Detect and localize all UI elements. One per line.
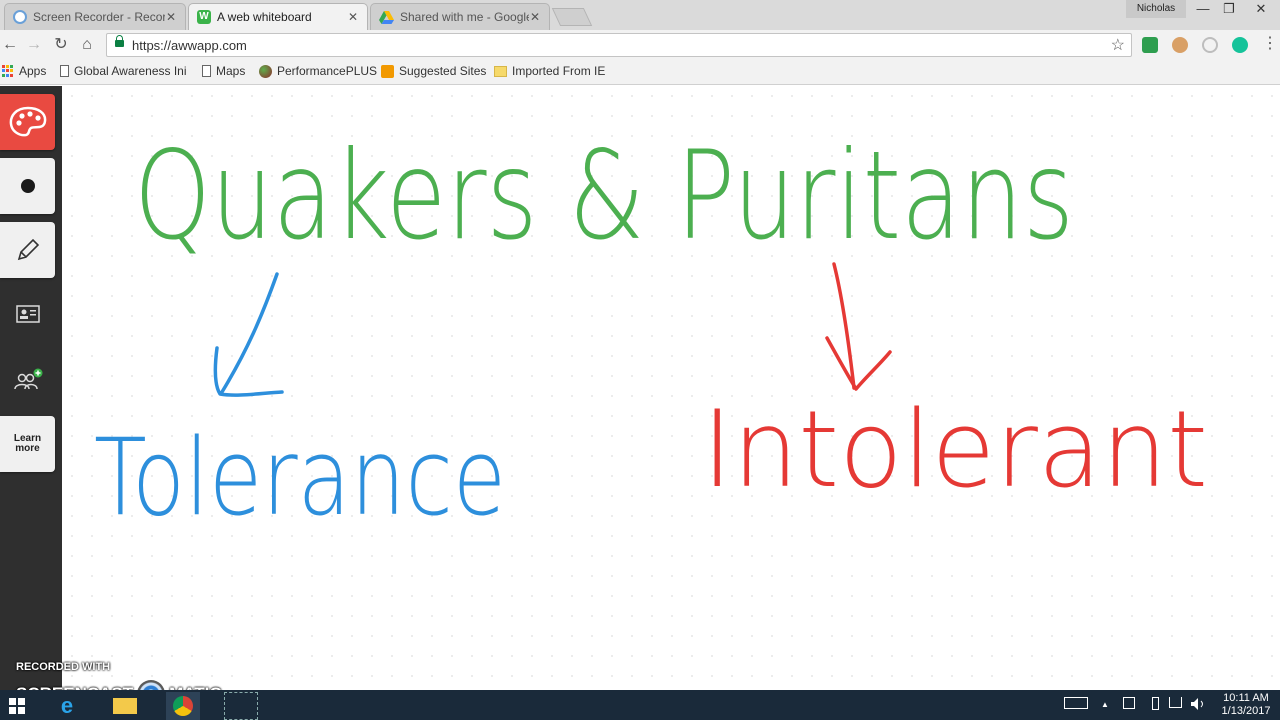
pencil-icon bbox=[17, 238, 39, 261]
url-text[interactable]: https://awwapp.com bbox=[132, 38, 247, 53]
internet-explorer-icon[interactable]: e bbox=[50, 692, 84, 720]
suggested-sites-icon bbox=[381, 64, 394, 78]
bookmark-performanceplus[interactable]: PerformancePLUS bbox=[259, 64, 377, 78]
bookmark-label: PerformancePLUS bbox=[277, 64, 378, 78]
profile-name[interactable]: Nicholas bbox=[1126, 0, 1186, 18]
bookmarks-bar: Apps Global Awareness Ini Maps Performan… bbox=[0, 60, 1280, 85]
screen-recorder-icon bbox=[13, 10, 27, 24]
bookmark-label: Suggested Sites bbox=[399, 64, 487, 78]
learn-label-line2: more bbox=[15, 443, 40, 454]
bookmark-maps[interactable]: Maps bbox=[202, 64, 245, 78]
forward-icon[interactable]: → bbox=[24, 35, 44, 55]
classroom-extension-icon[interactable] bbox=[1142, 37, 1158, 53]
bookmark-label: Apps bbox=[19, 64, 47, 78]
lock-icon bbox=[115, 35, 124, 47]
brush-size-button[interactable] bbox=[0, 158, 55, 214]
apps-grid-icon bbox=[2, 65, 14, 77]
clock-date: 1/13/2017 bbox=[1221, 705, 1271, 717]
whiteboard-drawing: Quakers & Puritans Tolerance Intolerant bbox=[94, 125, 1208, 539]
tray-expand-icon[interactable]: ▲ bbox=[1098, 697, 1112, 713]
file-explorer-icon[interactable] bbox=[108, 692, 142, 720]
tab-web-whiteboard[interactable]: W A web whiteboard ✕ bbox=[188, 3, 368, 30]
address-bar[interactable]: https://awwapp.com ☆ bbox=[106, 33, 1132, 57]
palette-tool-button[interactable] bbox=[0, 94, 55, 150]
close-window-icon[interactable]: ✕ bbox=[1242, 0, 1280, 20]
dot-icon bbox=[20, 179, 35, 193]
home-icon[interactable]: ⌂ bbox=[77, 35, 97, 55]
network-icon[interactable] bbox=[1166, 697, 1184, 713]
tab-screen-recorder[interactable]: Screen Recorder - Recor ✕ bbox=[4, 3, 186, 30]
battery-icon[interactable] bbox=[1146, 697, 1164, 713]
browser-menu-icon[interactable]: ⋮ bbox=[1262, 36, 1278, 53]
bookmark-imported-from-ie[interactable]: Imported From IE bbox=[494, 64, 605, 78]
new-tab-button[interactable] bbox=[551, 8, 593, 26]
bookmark-global-awareness[interactable]: Global Awareness Ini bbox=[60, 64, 187, 78]
contact-card-icon bbox=[15, 305, 40, 323]
whiteboard-canvas[interactable]: Quakers & Puritans Tolerance Intolerant bbox=[62, 86, 1280, 690]
browser-tab-strip: Screen Recorder - Recor ✕ W A web whiteb… bbox=[0, 0, 1280, 30]
extension-icon[interactable] bbox=[1172, 37, 1188, 53]
clock-time: 10:11 AM bbox=[1223, 692, 1269, 704]
volume-icon[interactable] bbox=[1188, 697, 1208, 713]
tab-title: Screen Recorder - Recor bbox=[33, 10, 165, 24]
bookmark-star-icon[interactable]: ☆ bbox=[1111, 35, 1125, 55]
left-word-handwriting: Tolerance bbox=[94, 416, 506, 539]
learn-more-label: Learn more bbox=[14, 434, 41, 454]
left-arrow bbox=[213, 272, 284, 397]
tab-shared-with-me[interactable]: Shared with me - Google ✕ bbox=[370, 3, 550, 30]
chrome-taskbar-icon[interactable] bbox=[166, 692, 200, 720]
globe-icon bbox=[259, 64, 272, 78]
close-tab-icon[interactable]: ✕ bbox=[347, 10, 359, 24]
bookmark-label: Global Awareness Ini bbox=[74, 64, 187, 78]
pencil-tool-button[interactable] bbox=[0, 222, 55, 278]
add-users-icon bbox=[13, 368, 42, 390]
tab-title: A web whiteboard bbox=[217, 10, 312, 24]
learn-more-button[interactable]: Learn more bbox=[0, 416, 55, 472]
google-drive-icon bbox=[379, 10, 394, 24]
tab-title: Shared with me - Google bbox=[400, 10, 529, 24]
system-clock[interactable]: 10:11 AM 1/13/2017 bbox=[1218, 692, 1274, 718]
heading-handwriting: Quakers & Puritans bbox=[134, 125, 1074, 267]
right-arrow bbox=[825, 262, 892, 391]
action-center-icon[interactable] bbox=[1120, 697, 1138, 713]
page-icon bbox=[60, 65, 69, 77]
right-word-handwriting: Intolerant bbox=[702, 388, 1208, 511]
page-icon bbox=[202, 65, 211, 77]
blocked-extension-icon[interactable] bbox=[1202, 37, 1218, 53]
browser-toolbar: ← → ↻ ⌂ https://awwapp.com ☆ ⋮ bbox=[0, 30, 1280, 60]
bookmark-apps[interactable]: Apps bbox=[2, 64, 46, 78]
bookmark-label: Imported From IE bbox=[512, 64, 606, 78]
awwapp-icon: W bbox=[197, 10, 211, 24]
invite-users-button[interactable] bbox=[0, 352, 55, 408]
folder-icon bbox=[494, 65, 507, 77]
watermark-recorded-with: RECORDED WITH bbox=[16, 661, 111, 673]
windows-start-icon[interactable] bbox=[0, 692, 34, 720]
keyboard-icon[interactable] bbox=[1062, 697, 1090, 713]
grammarly-icon[interactable] bbox=[1232, 37, 1248, 53]
close-tab-icon[interactable]: ✕ bbox=[529, 10, 541, 24]
taskbar-app-icon[interactable] bbox=[224, 692, 258, 720]
whiteboard-tool-panel: Learn more bbox=[0, 86, 62, 690]
close-tab-icon[interactable]: ✕ bbox=[165, 10, 177, 24]
bookmark-label: Maps bbox=[216, 64, 246, 78]
reload-icon[interactable]: ↻ bbox=[51, 35, 71, 55]
windows-taskbar: e ▲ 10:11 AM 1/13/2017 bbox=[0, 690, 1280, 720]
back-icon[interactable]: ← bbox=[0, 35, 20, 55]
board-card-button[interactable] bbox=[0, 286, 55, 342]
bookmark-suggested-sites[interactable]: Suggested Sites bbox=[381, 64, 486, 78]
palette-icon bbox=[9, 106, 46, 137]
restore-icon[interactable]: ❐ bbox=[1214, 0, 1244, 20]
